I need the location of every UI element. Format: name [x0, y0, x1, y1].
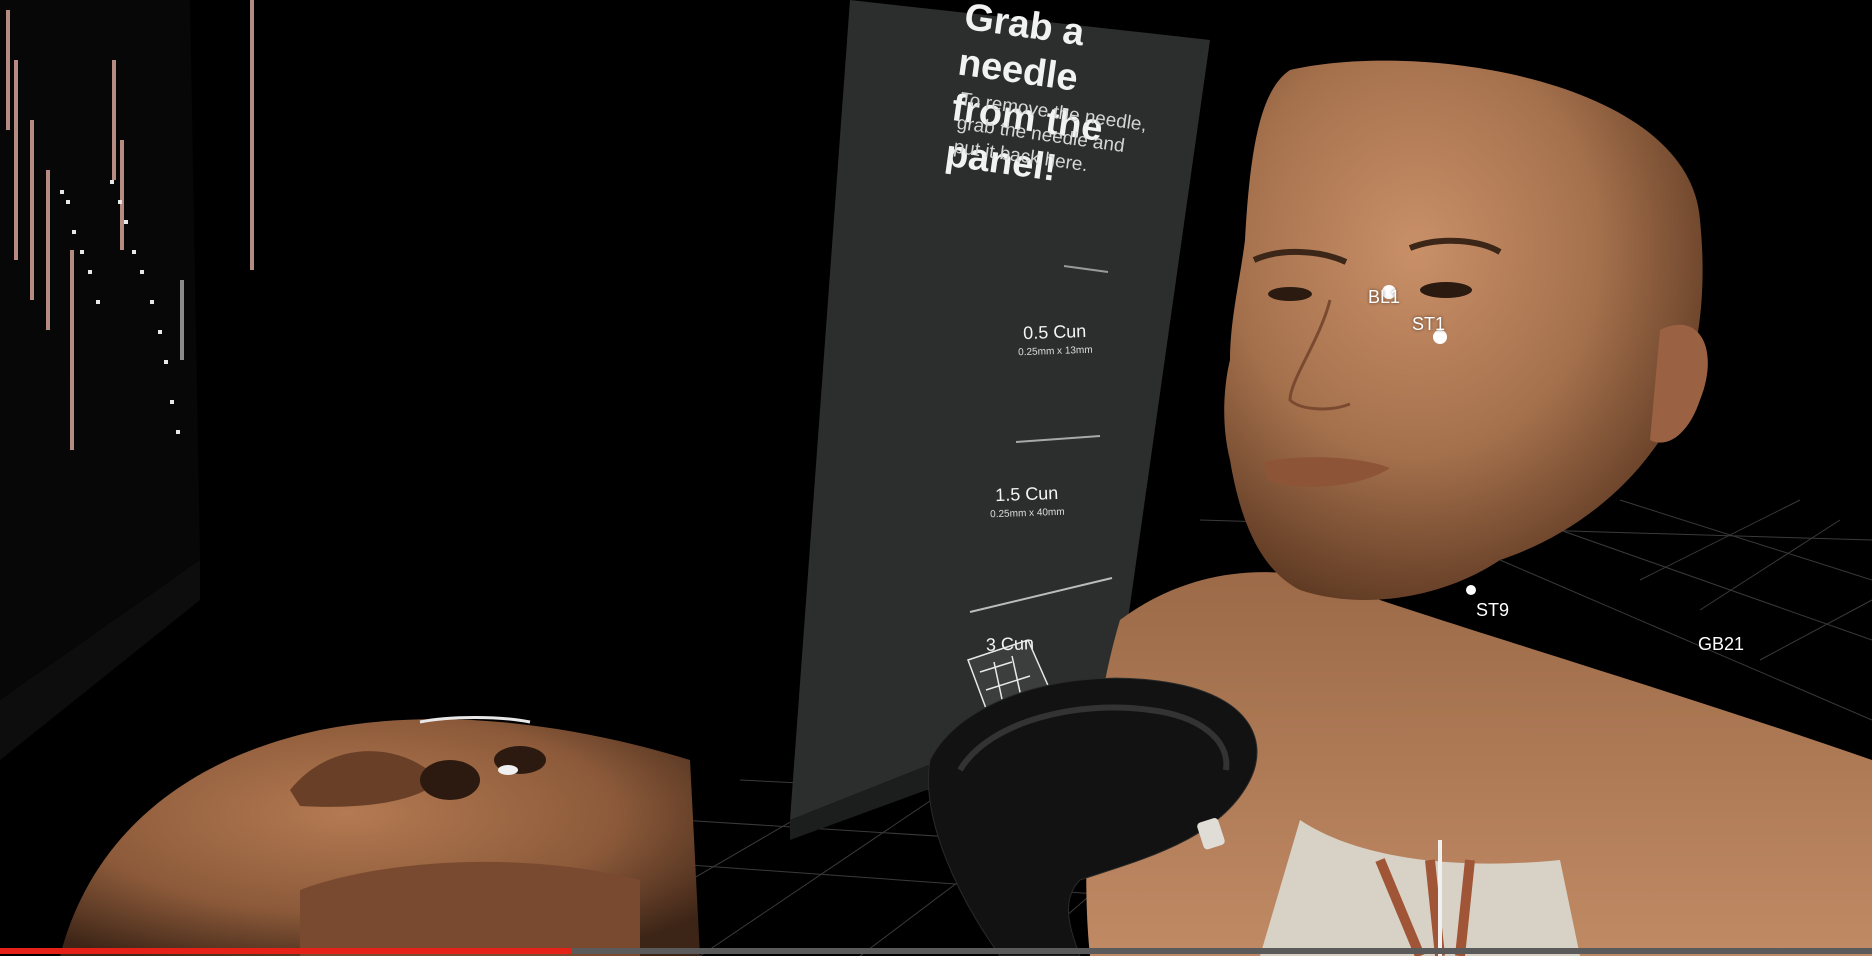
vr-controller — [928, 639, 1258, 956]
acupoint-label-bl1: BL1 — [1368, 287, 1401, 307]
video-progress-bar[interactable] — [0, 948, 1872, 954]
video-progress-fill — [0, 948, 571, 954]
acupoint-label-gb21: GB21 — [1698, 634, 1745, 654]
acupoint-label-st1: ST1 — [1412, 314, 1446, 334]
acupoint-marker-st9[interactable] — [1466, 585, 1476, 595]
vr-scene: Grab a needle from the panel! To remove … — [0, 0, 1872, 956]
acupoint-label-st9: ST9 — [1476, 600, 1510, 620]
